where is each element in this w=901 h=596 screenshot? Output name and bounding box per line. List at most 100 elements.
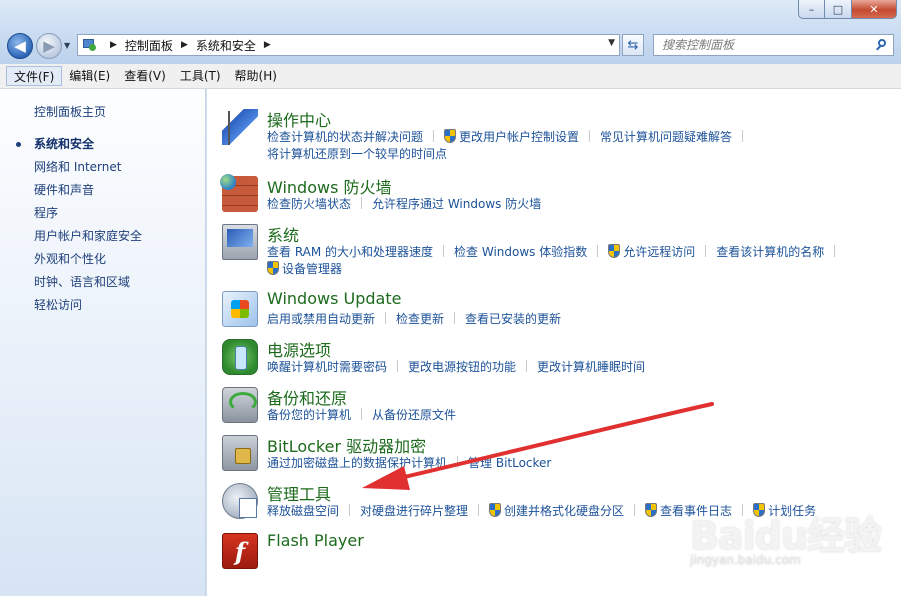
- refresh-button[interactable]: ⇆: [622, 34, 644, 56]
- sidebar-item-clock-region[interactable]: 时钟、语言和区域: [34, 275, 142, 298]
- menu-edit[interactable]: 编辑(E): [62, 66, 117, 86]
- link-divider: [457, 456, 459, 468]
- category-links: 检查防火墙状态 允许程序通过 Windows 防火墙: [267, 196, 887, 213]
- caption-buttons: – □ ✕: [798, 0, 897, 19]
- category-title[interactable]: 系统: [267, 222, 299, 246]
- link-divider: [634, 504, 636, 516]
- category-title[interactable]: 操作中心: [267, 107, 331, 131]
- task-link[interactable]: 从备份还原文件: [372, 407, 456, 424]
- task-link[interactable]: 更改用户帐户控制设置: [459, 129, 579, 146]
- category-links: 查看 RAM 的大小和处理器速度 检查 Windows 体验指数 允许远程访问 查看该…: [267, 244, 887, 278]
- breadcrumb-system-security[interactable]: 系统和安全: [196, 37, 256, 54]
- task-link[interactable]: 更改电源按钮的功能: [408, 359, 516, 376]
- sidebar-home-link[interactable]: 控制面板主页: [34, 103, 106, 120]
- sidebar-item-programs[interactable]: 程序: [34, 206, 142, 229]
- uac-shield-icon: [645, 503, 658, 517]
- menu-tools[interactable]: 工具(T): [173, 66, 228, 86]
- sidebar-item-system-security[interactable]: 系统和安全: [16, 137, 142, 160]
- link-divider: [705, 245, 707, 257]
- sidebar-item-network[interactable]: 网络和 Internet: [34, 160, 142, 183]
- recent-pages-dropdown[interactable]: ▼: [64, 41, 70, 50]
- category-title[interactable]: Windows 防火墙: [267, 174, 392, 198]
- category-title[interactable]: 电源选项: [267, 337, 331, 361]
- category-title[interactable]: Flash Player: [267, 531, 364, 550]
- category-links: 检查计算机的状态并解决问题 更改用户帐户控制设置 常见计算机问题疑难解答 将计算机还…: [267, 129, 887, 163]
- task-link[interactable]: 检查 Windows 体验指数: [454, 244, 587, 261]
- category-links: 启用或禁用自动更新 检查更新 查看已安装的更新: [267, 311, 887, 328]
- firewall-icon[interactable]: [220, 174, 258, 212]
- back-button[interactable]: ◀: [7, 33, 33, 59]
- control-panel-icon: [82, 38, 98, 52]
- sidebar-list: 系统和安全 网络和 Internet 硬件和声音 程序 用户帐户和家庭安全 外观…: [16, 137, 142, 321]
- link-divider: [478, 504, 480, 516]
- watermark-brand: Baidu经验: [690, 514, 882, 558]
- system-icon[interactable]: [222, 224, 258, 260]
- sidebar-item-ease-of-access[interactable]: 轻松访问: [34, 298, 142, 321]
- link-divider: [349, 504, 351, 516]
- menu-help[interactable]: 帮助(H): [228, 66, 284, 86]
- link-divider: [361, 197, 363, 209]
- breadcrumb-separator[interactable]: ▶: [110, 40, 117, 50]
- link-divider: [454, 312, 456, 324]
- breadcrumb-separator[interactable]: ▶: [264, 40, 271, 50]
- bullet-icon: [16, 142, 21, 147]
- task-link[interactable]: 创建并格式化硬盘分区: [504, 503, 624, 520]
- bitlocker-icon[interactable]: [222, 435, 258, 471]
- task-link[interactable]: 释放磁盘空间: [267, 503, 339, 520]
- category-title[interactable]: 备份和还原: [267, 385, 347, 409]
- link-divider: [443, 245, 445, 257]
- search-box[interactable]: [653, 34, 894, 56]
- address-bar[interactable]: ▶ 控制面板 ▶ 系统和安全 ▶ ▼: [77, 34, 620, 56]
- category-title[interactable]: BitLocker 驱动器加密: [267, 433, 426, 457]
- breadcrumb-control-panel[interactable]: 控制面板: [125, 37, 173, 54]
- windows-update-icon[interactable]: [222, 291, 258, 327]
- maximize-button[interactable]: □: [825, 0, 852, 19]
- task-link[interactable]: 将计算机还原到一个较早的时间点: [267, 146, 447, 163]
- minimize-button[interactable]: –: [798, 0, 825, 19]
- task-link[interactable]: 对硬盘进行碎片整理: [360, 503, 468, 520]
- task-link[interactable]: 唤醒计算机时需要密码: [267, 359, 387, 376]
- search-icon[interactable]: [875, 38, 889, 52]
- watermark: Baidu经验 jingyan.baidu.com: [690, 505, 882, 567]
- menu-bar: 文件(F) 编辑(E) 查看(V) 工具(T) 帮助(H): [0, 64, 901, 89]
- task-link[interactable]: 允许远程访问: [623, 244, 695, 261]
- task-link[interactable]: 更改计算机睡眠时间: [537, 359, 645, 376]
- action-center-flag-icon[interactable]: [222, 109, 258, 145]
- task-link[interactable]: 管理 BitLocker: [468, 455, 551, 472]
- menu-file[interactable]: 文件(F): [6, 66, 63, 86]
- task-link[interactable]: 检查计算机的状态并解决问题: [267, 129, 423, 146]
- category-title[interactable]: 管理工具: [267, 481, 331, 505]
- window-chrome: – □ ✕ ◀ ▶ ▼ ▶ 控制面板 ▶ 系统和安全 ▶ ▼ ⇆: [0, 0, 901, 64]
- address-dropdown-button[interactable]: ▼: [608, 38, 615, 48]
- link-divider: [361, 408, 363, 420]
- menu-view[interactable]: 查看(V): [117, 66, 173, 86]
- admin-tools-icon[interactable]: [222, 483, 258, 519]
- task-link[interactable]: 查看 RAM 的大小和处理器速度: [267, 244, 433, 261]
- sidebar-item-user-accounts[interactable]: 用户帐户和家庭安全: [34, 229, 142, 252]
- link-divider: [385, 312, 387, 324]
- forward-button[interactable]: ▶: [36, 33, 62, 59]
- task-link[interactable]: 通过加密磁盘上的数据保护计算机: [267, 455, 447, 472]
- backup-restore-icon[interactable]: [222, 387, 258, 423]
- link-divider: [433, 130, 435, 142]
- flash-player-icon[interactable]: f: [222, 533, 258, 569]
- sidebar-item-hardware-sound[interactable]: 硬件和声音: [34, 183, 142, 206]
- task-link[interactable]: 查看该计算机的名称: [716, 244, 824, 261]
- link-divider: [597, 245, 599, 257]
- category-title[interactable]: Windows Update: [267, 289, 401, 308]
- arrow-right-icon: ▶: [43, 37, 55, 55]
- breadcrumb-separator[interactable]: ▶: [181, 40, 188, 50]
- task-link[interactable]: 常见计算机问题疑难解答: [600, 129, 732, 146]
- task-link[interactable]: 备份您的计算机: [267, 407, 351, 424]
- task-link[interactable]: 设备管理器: [282, 261, 342, 278]
- sidebar-item-appearance[interactable]: 外观和个性化: [34, 252, 142, 275]
- power-options-icon[interactable]: [222, 339, 258, 375]
- task-link[interactable]: 查看已安装的更新: [465, 311, 561, 328]
- search-input[interactable]: [662, 38, 862, 52]
- task-link[interactable]: 允许程序通过 Windows 防火墙: [372, 196, 541, 213]
- uac-shield-icon: [267, 261, 279, 275]
- task-link[interactable]: 检查防火墙状态: [267, 196, 351, 213]
- task-link[interactable]: 启用或禁用自动更新: [267, 311, 375, 328]
- close-button[interactable]: ✕: [852, 0, 897, 19]
- task-link[interactable]: 检查更新: [396, 311, 444, 328]
